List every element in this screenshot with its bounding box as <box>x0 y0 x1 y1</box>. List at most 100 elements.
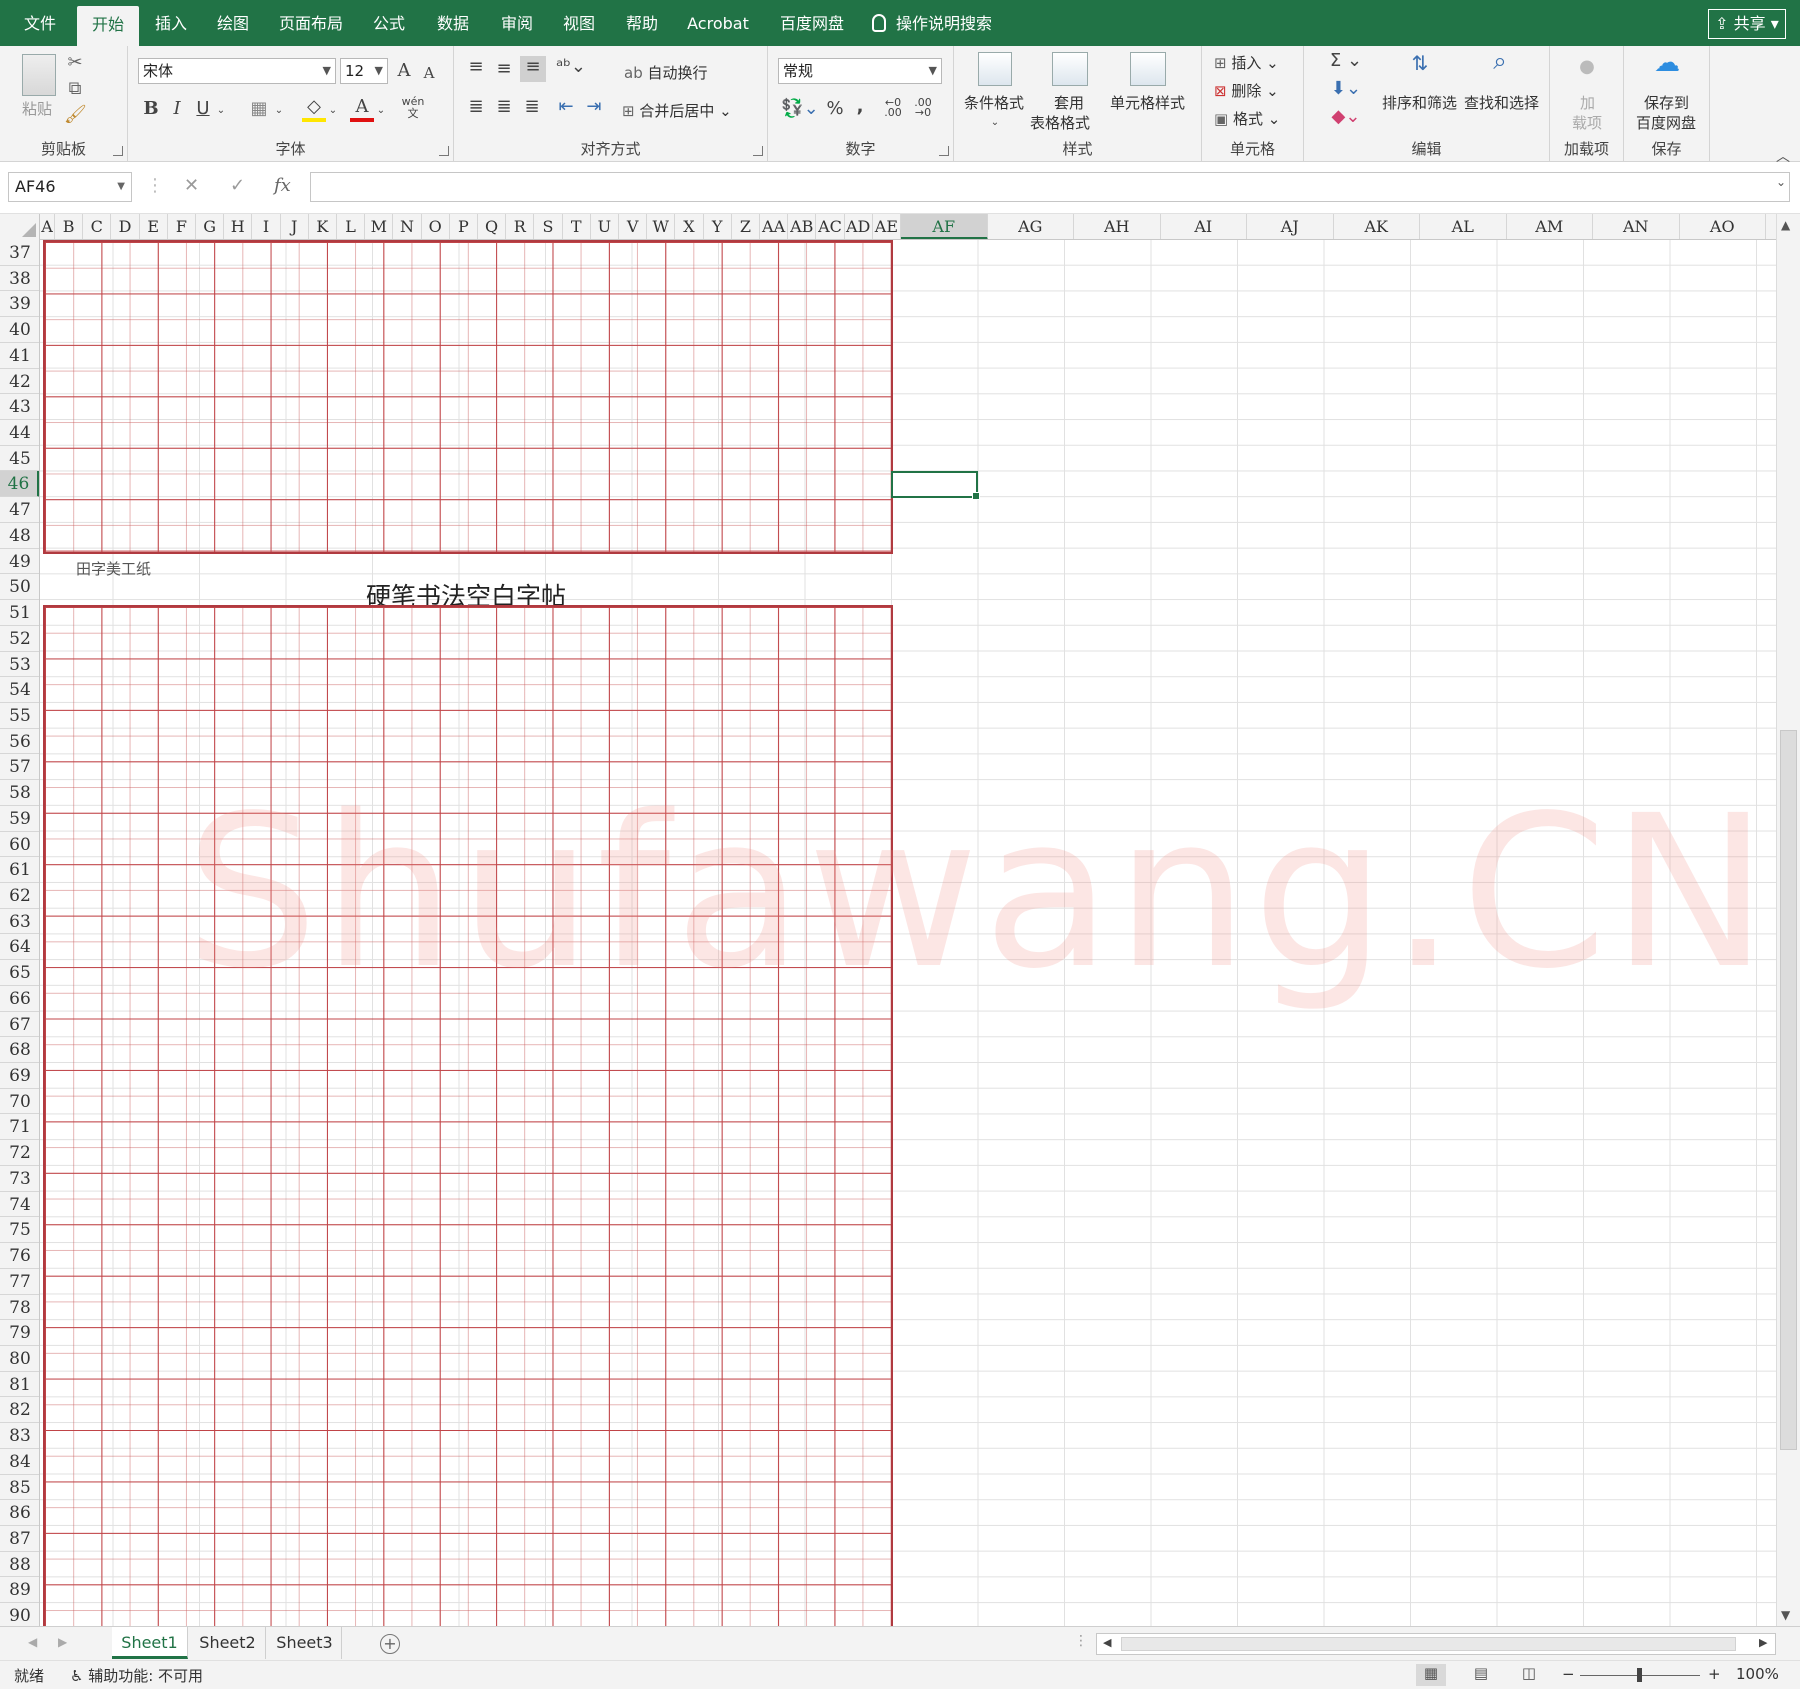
font-color-icon[interactable]: A <box>350 96 374 122</box>
column-header[interactable]: V <box>619 214 648 239</box>
row-header[interactable]: 64 <box>0 934 39 961</box>
row-header[interactable]: 46 <box>0 471 39 498</box>
column-header[interactable]: Z <box>732 214 760 239</box>
tab-help[interactable]: 帮助 <box>617 0 667 46</box>
cancel-icon[interactable]: ✕ <box>184 175 199 196</box>
prev-sheet-icon[interactable]: ◀ <box>28 1635 37 1649</box>
find-select-button[interactable]: 查找和选择 <box>1464 92 1539 113</box>
insert-cells-button[interactable]: ⊞ 插入 ⌄ <box>1214 52 1279 73</box>
next-sheet-icon[interactable]: ▶ <box>58 1635 67 1649</box>
row-header[interactable]: 84 <box>0 1449 39 1475</box>
column-header[interactable]: AM <box>1507 214 1593 239</box>
accessibility-status[interactable]: ♿ 辅助功能: 不可用 <box>70 1665 203 1686</box>
column-header[interactable]: F <box>168 214 196 239</box>
font-name-select[interactable]: 宋体 ▼ <box>138 58 336 84</box>
format-as-table-line1[interactable]: 套用 <box>1054 92 1084 113</box>
row-header[interactable]: 70 <box>0 1089 39 1115</box>
row-header[interactable]: 38 <box>0 266 39 292</box>
alignment-launcher[interactable] <box>753 146 763 156</box>
row-header[interactable]: 51 <box>0 600 39 626</box>
row-header[interactable]: 73 <box>0 1166 39 1192</box>
row-header[interactable]: 40 <box>0 317 39 343</box>
tab-split-handle[interactable]: ⋮ <box>1074 1633 1088 1649</box>
formula-input[interactable] <box>310 172 1790 202</box>
column-header[interactable]: AL <box>1420 214 1507 239</box>
increase-indent-icon[interactable]: ⇥ <box>582 96 606 118</box>
column-header[interactable]: AK <box>1334 214 1420 239</box>
column-header[interactable]: L <box>337 214 366 239</box>
select-all-button[interactable] <box>0 214 40 240</box>
tab-view[interactable]: 视图 <box>554 0 604 46</box>
row-header[interactable]: 48 <box>0 523 39 549</box>
row-header[interactable]: 57 <box>0 754 39 781</box>
fill-icon[interactable]: ⬇⌄ <box>1326 78 1366 100</box>
row-header[interactable]: 65 <box>0 960 39 986</box>
row-header[interactable]: 81 <box>0 1372 39 1398</box>
active-cell[interactable] <box>891 471 980 501</box>
tab-home[interactable]: 开始 <box>77 6 139 46</box>
paste-icon[interactable] <box>22 54 56 96</box>
chevron-down-icon[interactable]: ⌄ <box>326 100 340 122</box>
zoom-in-icon[interactable]: + <box>1708 1665 1721 1683</box>
merge-center-button[interactable]: ⊞ 合并后居中 ⌄ <box>622 100 732 121</box>
chevron-down-icon[interactable]: ⌄ <box>214 100 228 122</box>
save-to-baidu-line1[interactable]: 保存到 <box>1644 92 1689 113</box>
row-header[interactable]: 41 <box>0 343 39 369</box>
column-header[interactable]: AC <box>816 214 845 239</box>
column-header[interactable]: Q <box>478 214 507 239</box>
column-header[interactable]: A <box>40 214 55 239</box>
row-header[interactable]: 88 <box>0 1552 39 1578</box>
row-header[interactable]: 82 <box>0 1397 39 1424</box>
horizontal-scroll-thumb[interactable] <box>1121 1637 1736 1651</box>
column-header[interactable]: C <box>83 214 112 239</box>
zoom-slider-thumb[interactable] <box>1637 1668 1642 1682</box>
row-header[interactable]: 89 <box>0 1577 39 1604</box>
row-header[interactable]: 90 <box>0 1603 39 1626</box>
column-header[interactable]: AI <box>1161 214 1247 239</box>
row-header[interactable]: 37 <box>0 240 39 266</box>
increase-decimal-icon[interactable]: ←0.00 <box>880 97 906 118</box>
row-header[interactable]: 75 <box>0 1217 39 1244</box>
borders-icon[interactable]: ▦ <box>248 98 270 120</box>
row-header[interactable]: 58 <box>0 780 39 806</box>
name-box[interactable]: AF46 ▼ <box>8 172 132 202</box>
row-header[interactable]: 39 <box>0 291 39 318</box>
column-header[interactable]: E <box>140 214 168 239</box>
fill-color-icon[interactable]: ◇ <box>302 96 326 122</box>
tab-insert[interactable]: 插入 <box>146 0 196 46</box>
column-header[interactable]: N <box>393 214 422 239</box>
column-header[interactable]: AD <box>845 214 873 239</box>
row-header[interactable]: 78 <box>0 1295 39 1321</box>
align-middle-icon[interactable]: ≡ <box>492 58 516 80</box>
cell-styles-button[interactable]: 单元格样式 <box>1110 92 1185 113</box>
orientation-icon[interactable]: ᵃᵇ⌄ <box>554 56 588 78</box>
tab-acrobat[interactable]: Acrobat <box>682 0 754 46</box>
format-painter-icon[interactable]: 🖌 <box>64 104 87 126</box>
column-header[interactable]: W <box>647 214 676 239</box>
decrease-decimal-icon[interactable]: .00 →0 <box>910 97 936 118</box>
row-header[interactable]: 56 <box>0 729 39 755</box>
search-icon[interactable]: ⌕ <box>1480 49 1520 73</box>
number-format-select[interactable]: 常规 ▼ <box>778 58 942 84</box>
column-header[interactable]: U <box>591 214 619 239</box>
row-header[interactable]: 42 <box>0 369 39 395</box>
align-center-icon[interactable]: ≣ <box>492 96 516 118</box>
accounting-format-icon[interactable]: 💱⌄ <box>780 98 820 120</box>
column-header[interactable]: B <box>55 214 84 239</box>
column-header[interactable]: AA <box>760 214 789 239</box>
align-right-icon[interactable]: ≣ <box>520 96 544 118</box>
vertical-scrollbar[interactable]: ▲ ▼ <box>1776 214 1800 1626</box>
cut-icon[interactable]: ✂ <box>64 52 86 74</box>
chevron-down-icon[interactable]: ⌄ <box>272 100 286 122</box>
zoom-out-icon[interactable]: − <box>1562 1665 1575 1683</box>
tab-baidu-netdisk[interactable]: 百度网盘 <box>776 0 848 46</box>
zoom-level[interactable]: 100% <box>1736 1665 1779 1683</box>
tab-data[interactable]: 数据 <box>428 0 478 46</box>
tab-review[interactable]: 审阅 <box>492 0 542 46</box>
paste-button[interactable]: 粘贴 <box>22 98 52 119</box>
wrap-text-button[interactable]: ab 自动换行 <box>624 62 708 83</box>
row-header[interactable]: 66 <box>0 986 39 1012</box>
column-header[interactable]: G <box>196 214 225 239</box>
row-header[interactable]: 86 <box>0 1500 39 1526</box>
conditional-formatting-icon[interactable] <box>978 52 1012 86</box>
